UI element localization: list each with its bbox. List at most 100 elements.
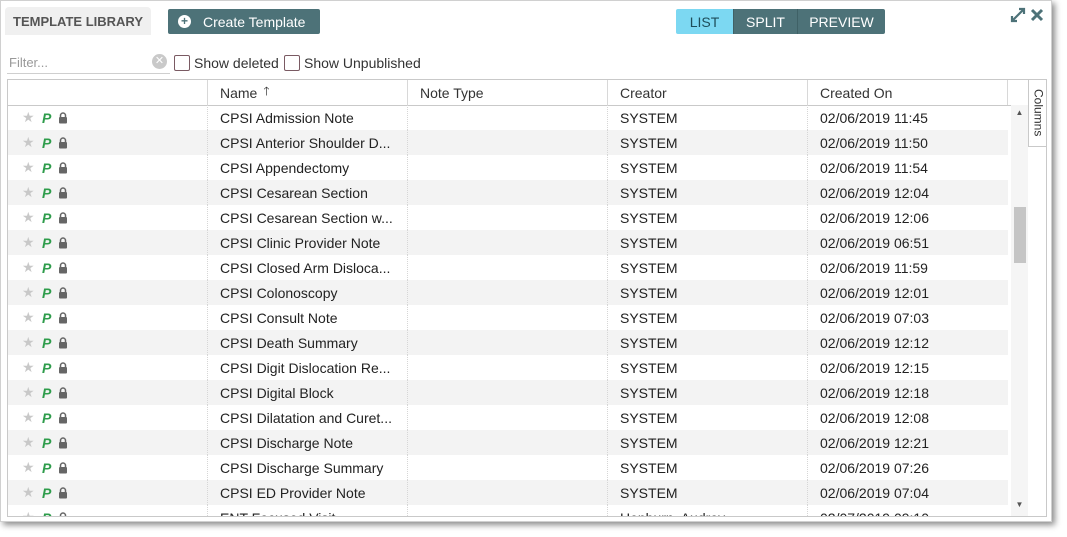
- clear-filter-icon[interactable]: ✕: [152, 54, 167, 69]
- expand-icon[interactable]: [1010, 7, 1026, 23]
- cell-name: CPSI Dilatation and Curet...: [208, 405, 408, 430]
- published-icon: P: [42, 359, 52, 376]
- cell-created-on: 02/07/2019 09:10: [808, 505, 1008, 517]
- columns-tab-label: Columns: [1031, 89, 1046, 137]
- table-row[interactable]: ★ P CPSI Digital Block SYSTEM 02/06/2019 12:…: [8, 380, 1008, 405]
- lock-icon: [59, 161, 67, 173]
- lock-icon: [59, 211, 67, 223]
- cell-name: CPSI Closed Arm Disloca...: [208, 255, 408, 280]
- row-status-cell: ★P: [8, 305, 208, 330]
- row-status-cell: ★P: [8, 380, 208, 405]
- column-header-spacer: [1008, 80, 1028, 105]
- cell-created-on: 02/06/2019 12:08: [820, 409, 929, 426]
- table-row[interactable]: ★ P CPSI Discharge Note SYSTEM 02/06/2019 12…: [8, 430, 1008, 455]
- star-icon[interactable]: ★: [22, 209, 36, 226]
- grid-body: ★ P CPSI Admission Note SYSTEM 02/06/2019 11…: [8, 105, 1008, 517]
- star-icon[interactable]: ★: [22, 134, 36, 151]
- published-icon: P: [42, 234, 52, 251]
- cell-creator: SYSTEM: [608, 455, 808, 480]
- row-status-cell: ★P: [8, 155, 208, 180]
- cell-created-on: 02/06/2019 11:54: [820, 159, 928, 176]
- star-icon[interactable]: ★: [22, 434, 36, 451]
- cell-name: CPSI ED Provider Note: [208, 480, 408, 505]
- cell-creator: SYSTEM: [608, 180, 808, 205]
- star-icon[interactable]: ★: [22, 334, 36, 351]
- table-row[interactable]: ★ P CPSI Admission Note SYSTEM 02/06/2019 11…: [8, 105, 1008, 130]
- lock-icon: [59, 336, 67, 348]
- table-row[interactable]: ★ P CPSI Cesarean Section w... SYSTEM 02/06/…: [8, 205, 1008, 230]
- show-deleted-checkbox[interactable]: Show deleted: [174, 55, 279, 71]
- star-icon[interactable]: ★: [22, 159, 36, 176]
- cell-created-on: 02/06/2019 11:45: [820, 109, 928, 126]
- vertical-scrollbar[interactable]: ▲ ▼: [1011, 105, 1028, 516]
- star-icon[interactable]: ★: [22, 284, 36, 301]
- table-row[interactable]: ★ P CPSI Consult Note SYSTEM 02/06/2019 07:0…: [8, 305, 1008, 330]
- table-row[interactable]: ★ P CPSI ED Provider Note SYSTEM 02/06/2019 …: [8, 480, 1008, 505]
- cell-created-on: 02/06/2019 07:03: [820, 309, 929, 326]
- checkbox-box[interactable]: [174, 55, 190, 71]
- cell-note-type: [408, 230, 608, 255]
- create-template-label: Create Template: [203, 13, 306, 30]
- table-row[interactable]: ★ P CPSI Discharge Summary SYSTEM 02/06/2019…: [8, 455, 1008, 480]
- table-row[interactable]: ★ P CPSI Clinic Provider Note SYSTEM 02/06/2…: [8, 230, 1008, 255]
- column-header-name[interactable]: Name 🡑: [208, 80, 408, 105]
- show-unpublished-label: Show Unpublished: [304, 55, 421, 71]
- scroll-up-icon[interactable]: ▲: [1011, 108, 1028, 122]
- row-status-cell: ★P: [8, 405, 208, 430]
- view-toggle: LIST SPLIT PREVIEW: [676, 9, 885, 34]
- star-icon[interactable]: ★: [22, 459, 36, 476]
- star-icon[interactable]: ★: [22, 234, 36, 251]
- row-status-cell: ★P: [8, 105, 208, 130]
- cell-note-type: [408, 505, 608, 516]
- view-list-button[interactable]: LIST: [676, 9, 733, 34]
- star-icon[interactable]: ★: [22, 359, 36, 376]
- show-unpublished-checkbox[interactable]: Show Unpublished: [284, 55, 421, 71]
- cell-name: CPSI Cesarean Section: [208, 180, 408, 205]
- star-icon[interactable]: ★: [22, 384, 36, 401]
- cell-created-on: 02/06/2019 11:50: [820, 134, 928, 151]
- table-row[interactable]: ★ P CPSI Colonoscopy SYSTEM 02/06/2019 12:01: [8, 280, 1008, 305]
- cell-creator: SYSTEM: [608, 130, 808, 155]
- lock-icon: [59, 511, 67, 516]
- cell-created-on: 02/06/2019 11:59: [820, 259, 928, 276]
- panel-title: TEMPLATE LIBRARY: [5, 7, 151, 35]
- row-status-cell: ★P: [8, 505, 208, 517]
- lock-icon: [59, 361, 67, 373]
- cell-name: CPSI Digital Block: [208, 380, 408, 405]
- table-row[interactable]: ★PENT Focused VisitHepburn, Audrey02/07/…: [8, 505, 1008, 517]
- cell-note-type: [408, 105, 608, 130]
- lock-icon: [59, 461, 67, 473]
- column-header-note-type[interactable]: Note Type: [408, 80, 608, 105]
- scrollbar-thumb[interactable]: [1014, 207, 1026, 263]
- filter-input[interactable]: [7, 53, 149, 71]
- columns-panel-tab[interactable]: Columns: [1028, 80, 1046, 147]
- published-icon: P: [42, 510, 52, 517]
- table-row[interactable]: ★ P CPSI Digit Dislocation Re... SYSTEM 02/0…: [8, 355, 1008, 380]
- view-split-button[interactable]: SPLIT: [733, 9, 797, 34]
- cell-creator: SYSTEM: [608, 380, 808, 405]
- star-icon[interactable]: ★: [22, 309, 36, 326]
- star-icon[interactable]: ★: [22, 184, 36, 201]
- star-icon[interactable]: ★: [22, 259, 36, 276]
- star-icon[interactable]: ★: [22, 109, 36, 126]
- table-row[interactable]: ★ P CPSI Death Summary SYSTEM 02/06/2019 12:…: [8, 330, 1008, 355]
- close-icon[interactable]: [1030, 7, 1044, 23]
- view-preview-button[interactable]: PREVIEW: [797, 9, 885, 34]
- star-icon[interactable]: ★: [22, 509, 36, 516]
- cell-name: CPSI Discharge Note: [208, 430, 408, 455]
- table-row[interactable]: ★ P CPSI Cesarean Section SYSTEM 02/06/2019 …: [8, 180, 1008, 205]
- table-row[interactable]: ★ P CPSI Appendectomy SYSTEM 02/06/2019 11:5…: [8, 155, 1008, 180]
- table-row[interactable]: ★ P CPSI Closed Arm Disloca... SYSTEM 02/06/…: [8, 255, 1008, 280]
- column-header-created-on[interactable]: Created On: [808, 80, 1008, 105]
- table-row[interactable]: ★ P CPSI Dilatation and Curet... SYSTEM 02/0…: [8, 405, 1008, 430]
- star-icon[interactable]: ★: [22, 409, 36, 426]
- scroll-down-icon[interactable]: ▼: [1011, 500, 1028, 514]
- lock-icon: [59, 186, 67, 198]
- create-template-button[interactable]: + Create Template: [168, 9, 320, 34]
- cell-creator: SYSTEM: [608, 430, 808, 455]
- star-icon[interactable]: ★: [22, 484, 36, 501]
- column-header-creator[interactable]: Creator: [608, 80, 808, 105]
- table-row[interactable]: ★ P CPSI Anterior Shoulder D... SYSTEM 02/06…: [8, 130, 1008, 155]
- checkbox-box[interactable]: [284, 55, 300, 71]
- cell-name: CPSI Consult Note: [208, 305, 408, 330]
